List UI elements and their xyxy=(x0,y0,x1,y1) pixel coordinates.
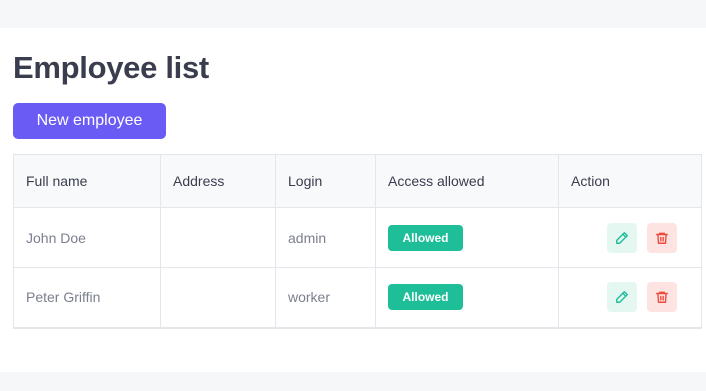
trash-icon xyxy=(656,291,668,304)
row-actions xyxy=(571,222,689,253)
row-actions xyxy=(571,282,689,313)
header-action: Action xyxy=(558,154,702,208)
page-title: Employee list xyxy=(13,50,209,85)
status-badge: Allowed xyxy=(388,284,463,311)
header-login[interactable]: Login xyxy=(275,154,376,208)
header-access-allowed[interactable]: Access allowed xyxy=(375,154,559,208)
trash-icon xyxy=(656,232,668,244)
cell-address xyxy=(160,207,276,268)
delete-button[interactable] xyxy=(647,222,677,253)
cell-action xyxy=(558,267,702,329)
table-row: John Doe admin Allowed xyxy=(13,207,702,268)
table-row: Peter Griffin worker Allowed xyxy=(13,267,702,329)
table-header-row: Full name Address Login Access allowed A… xyxy=(13,154,702,208)
header-full-name[interactable]: Full name xyxy=(13,154,161,208)
new-employee-button[interactable]: New employee xyxy=(13,103,166,139)
cell-access: Allowed xyxy=(375,267,559,329)
cell-login: admin xyxy=(275,207,376,268)
cell-login: worker xyxy=(275,267,376,329)
cell-address xyxy=(160,267,276,329)
pencil-icon xyxy=(616,231,628,244)
header-address[interactable]: Address xyxy=(160,154,276,208)
delete-button[interactable] xyxy=(647,282,677,313)
cell-access: Allowed xyxy=(375,207,559,268)
edit-button[interactable] xyxy=(607,222,637,253)
employee-table: Full name Address Login Access allowed A… xyxy=(13,154,702,329)
pencil-icon xyxy=(616,291,628,304)
cell-full-name: John Doe xyxy=(13,207,161,268)
cell-full-name: Peter Griffin xyxy=(13,267,161,329)
status-badge: Allowed xyxy=(388,224,463,251)
cell-action xyxy=(558,207,702,268)
edit-button[interactable] xyxy=(607,282,637,313)
